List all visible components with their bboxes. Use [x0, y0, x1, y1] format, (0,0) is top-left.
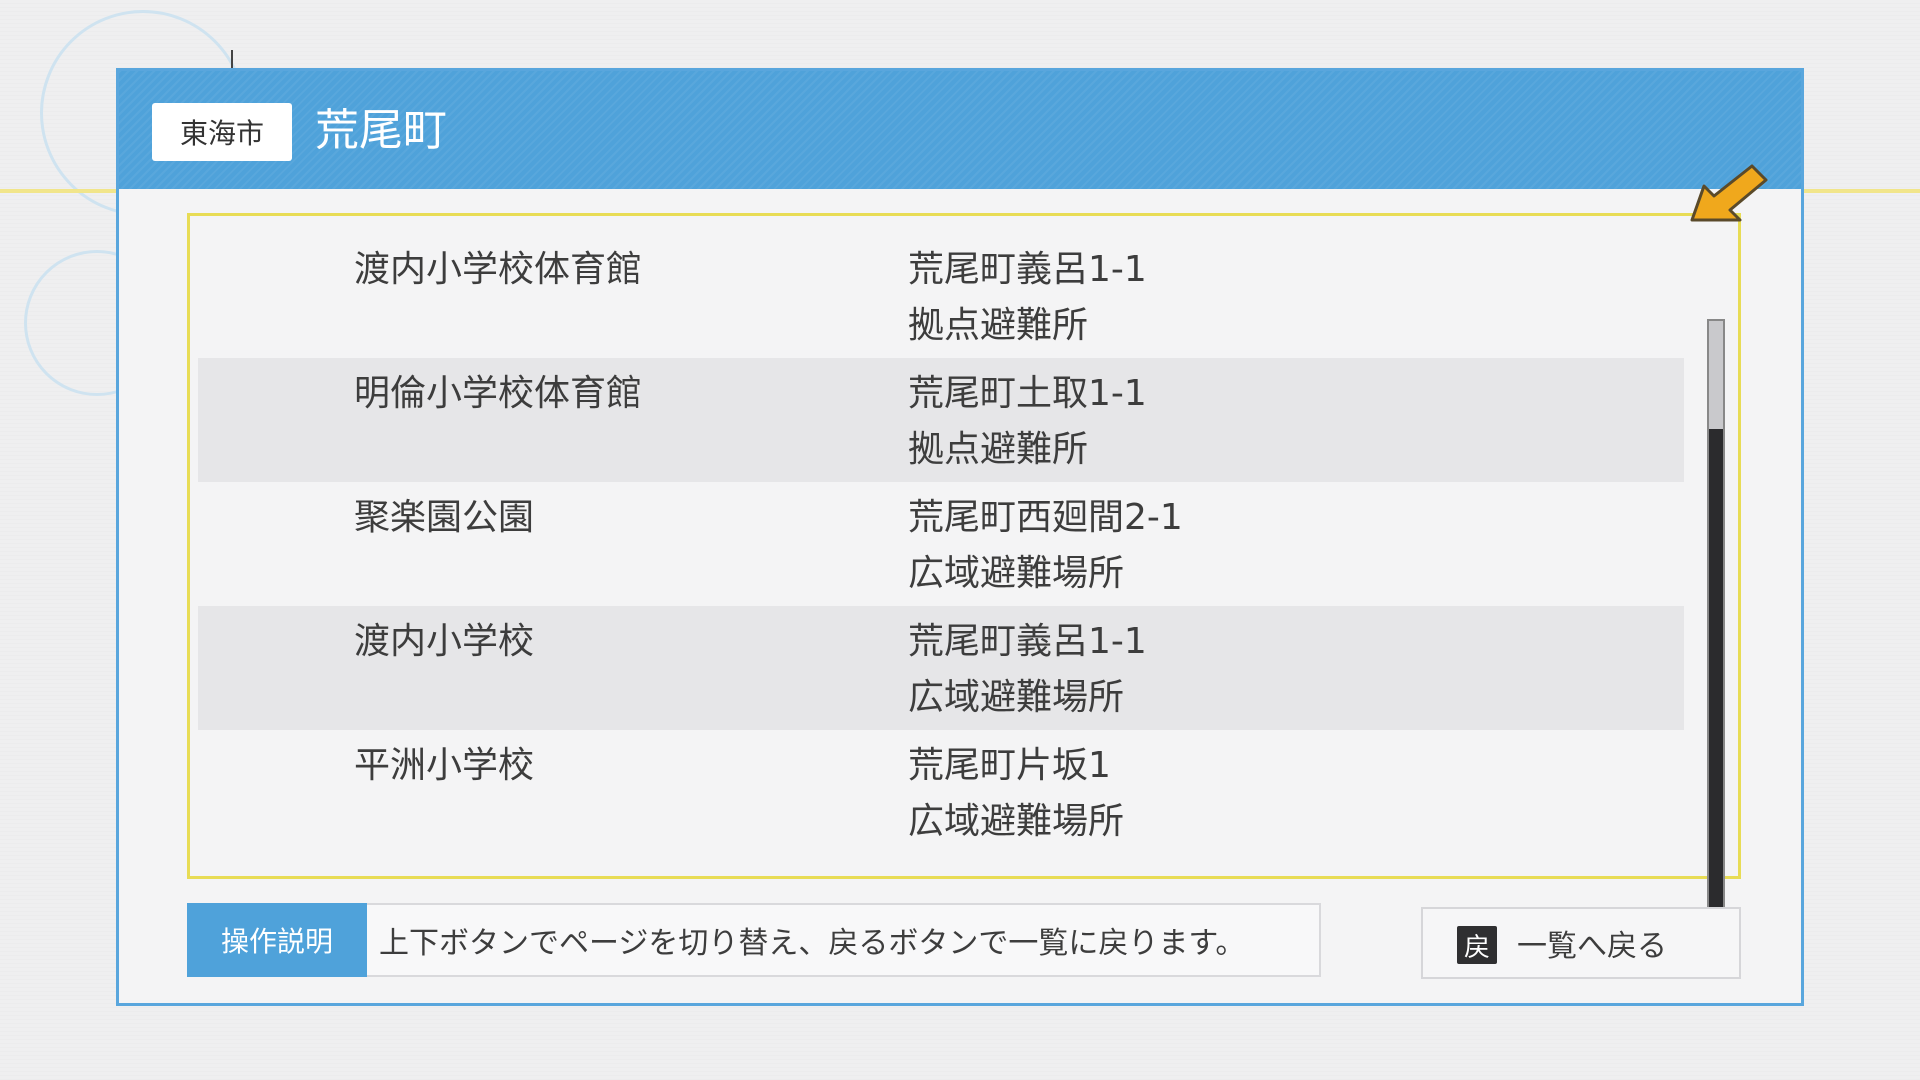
shelter-list[interactable]: 渡内小学校体育館 荒尾町義呂1-1 拠点避難所 明倫小学校体育館 荒尾町土取1-… — [187, 213, 1741, 879]
town-title: 荒尾町 — [315, 105, 447, 156]
shelter-type: 拠点避難所 — [908, 305, 1089, 346]
back-button-label: 一覧へ戻る — [1517, 929, 1667, 964]
help-label: 操作説明 — [187, 903, 367, 977]
shelter-name: 明倫小学校体育館 — [354, 373, 643, 414]
shelter-type: 広域避難場所 — [908, 553, 1125, 594]
list-item[interactable]: 渡内小学校体育館 荒尾町義呂1-1 拠点避難所 — [198, 234, 1684, 358]
city-badge: 東海市 — [152, 103, 292, 161]
help-text: 上下ボタンでページを切り替え、戻るボタンで一覧に戻ります。 — [379, 926, 1246, 961]
shelter-name: 聚楽園公園 — [354, 497, 535, 538]
shelter-detail-panel: 東海市 荒尾町 渡内小学校体育館 荒尾町義呂1-1 拠点避難所 明倫小学校体育館… — [116, 68, 1804, 1006]
shelter-address: 荒尾町西廻間2-1 — [908, 497, 1183, 538]
back-to-list-button[interactable]: 戻 一覧へ戻る — [1421, 907, 1741, 979]
shelter-address: 荒尾町片坂1 — [908, 745, 1111, 786]
list-item[interactable]: 明倫小学校体育館 荒尾町土取1-1 拠点避難所 — [198, 358, 1684, 482]
list-scrollbar[interactable] — [1707, 319, 1725, 925]
shelter-type: 広域避難場所 — [908, 801, 1125, 842]
shelter-name: 渡内小学校 — [354, 621, 535, 662]
pointer-arrow-icon — [1690, 164, 1768, 222]
shelter-address: 荒尾町土取1-1 — [908, 373, 1147, 414]
shelter-address: 荒尾町義呂1-1 — [908, 621, 1147, 662]
shelter-type: 拠点避難所 — [908, 429, 1089, 470]
list-item[interactable]: 聚楽園公園 荒尾町西廻間2-1 広域避難場所 — [198, 482, 1684, 606]
shelter-type: 広域避難場所 — [908, 677, 1125, 718]
background-tick — [231, 50, 233, 70]
list-item[interactable]: 渡内小学校 荒尾町義呂1-1 広域避難場所 — [198, 606, 1684, 730]
back-key-icon: 戻 — [1457, 926, 1497, 964]
scrollbar-thumb[interactable] — [1709, 321, 1723, 429]
help-box: 操作説明 上下ボタンでページを切り替え、戻るボタンで一覧に戻ります。 — [187, 903, 1321, 977]
shelter-address: 荒尾町義呂1-1 — [908, 249, 1147, 290]
list-item[interactable]: 平洲小学校 荒尾町片坂1 広域避難場所 — [198, 730, 1684, 854]
shelter-name: 平洲小学校 — [354, 745, 535, 786]
panel-header: 東海市 荒尾町 — [119, 71, 1801, 189]
shelter-name: 渡内小学校体育館 — [354, 249, 643, 290]
